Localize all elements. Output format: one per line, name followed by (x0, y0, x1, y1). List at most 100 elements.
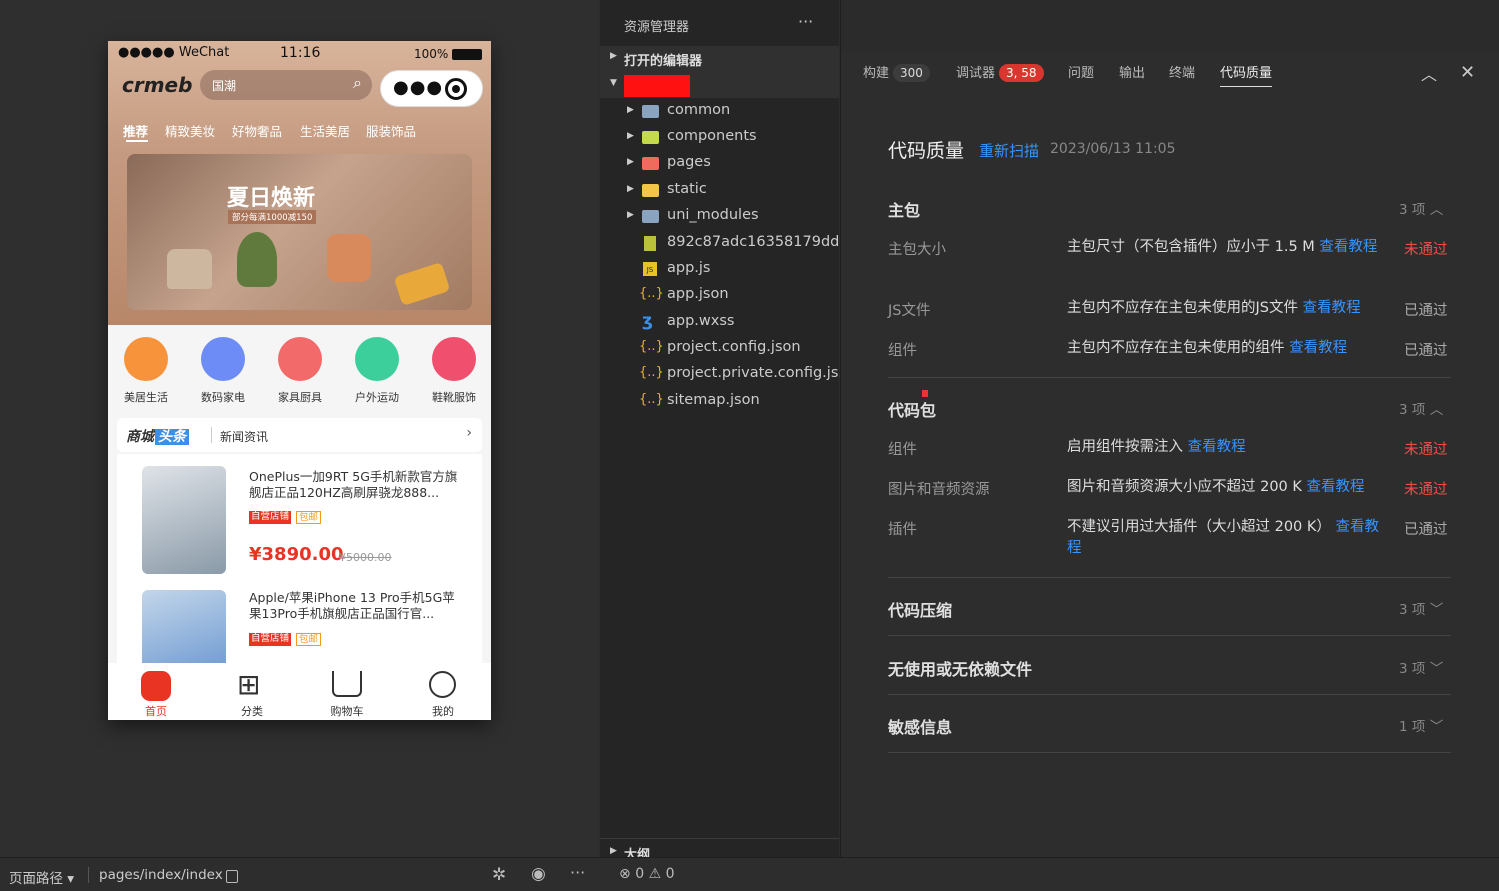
eye-icon[interactable]: ◉ (531, 864, 546, 884)
tutorial-link[interactable]: 查看教程 (1307, 479, 1365, 495)
tree-file-project-private-config[interactable]: {..} project.private.config.js... (600, 362, 852, 388)
tutorial-link[interactable]: 查看教程 (1188, 439, 1246, 455)
folder-components-icon (642, 131, 659, 144)
copy-icon[interactable] (226, 870, 238, 883)
row-key: 主包大小 (888, 242, 946, 258)
tab-build[interactable]: 构建 300 (863, 62, 930, 82)
folder-icon (642, 105, 659, 118)
open-editors-header[interactable]: ▶ 打开的编辑器 (600, 46, 839, 72)
tree-folder-components[interactable]: ▶ components (600, 125, 839, 151)
section-sensitive-info[interactable]: 敏感信息 (888, 714, 952, 738)
row-value: 图片和音频资源大小应不超过 200 K 查看教程 (1067, 479, 1365, 495)
more-dots-icon[interactable]: ●●● (393, 77, 443, 98)
mini-program-capsule[interactable]: ●●● (380, 70, 483, 107)
section-code-compression[interactable]: 代码压缩 (888, 597, 952, 621)
news-bar[interactable]: 商城 头条 新闻资讯 › (117, 418, 482, 452)
row-value: 主包尺寸（不包含插件）应小于 1.5 M 查看教程 (1067, 239, 1378, 255)
bag-image (327, 234, 371, 282)
chevron-up-icon: ︿ (1429, 202, 1444, 218)
explorer-title: 资源管理器 (624, 20, 690, 35)
simulator-area: ●●●●● WeChat 11:16 100% crmeb 国潮 ⌕ ●●● 推… (0, 0, 599, 857)
tree-file-app-json[interactable]: {..} app.json (600, 283, 839, 309)
status-passed: 已通过 (1404, 303, 1448, 319)
bag-image (167, 249, 212, 289)
section-unused-files[interactable]: 无使用或无依赖文件 (888, 656, 1032, 680)
tree-file-project-config[interactable]: {..} project.config.json (600, 336, 839, 362)
tree-file-app-js[interactable]: JS app.js (600, 257, 839, 283)
close-target-icon[interactable] (445, 78, 467, 100)
close-icon[interactable]: ✕ (1460, 62, 1475, 83)
tree-file-app-wxss[interactable]: ʒ app.wxss (600, 310, 839, 336)
news-brand: 商城 头条 (126, 426, 189, 446)
bug-icon[interactable]: ✲ (492, 865, 506, 885)
section-count[interactable]: 3 项 ︿ (1399, 398, 1443, 418)
cursor-marker (922, 390, 928, 397)
tutorial-link[interactable]: 查看教程 (1289, 340, 1347, 356)
category-tab-1[interactable]: 精致美妆 (165, 121, 215, 140)
tab-debugger[interactable]: 调试器 3, 58 (956, 62, 1044, 82)
quick-icon-meiju[interactable]: 美居生活 (124, 337, 168, 409)
chevron-up-icon[interactable]: ︿ (1421, 61, 1437, 85)
file-explorer: 资源管理器 ··· ▶ 打开的编辑器 ▼ ▶ common ▶ componen… (600, 0, 853, 863)
tree-file-sitemap[interactable]: {..} sitemap.json (600, 389, 839, 415)
promo-banner[interactable]: 夏日焕新 部分每满1000减150 (127, 154, 472, 310)
rescan-link[interactable]: 重新扫描 (979, 140, 1039, 161)
tab-home[interactable]: 首页 (108, 663, 204, 720)
category-tab-4[interactable]: 服装饰品 (366, 121, 416, 140)
tab-output[interactable]: 输出 (1119, 62, 1145, 81)
section-main-package[interactable]: 主包 (888, 197, 920, 221)
tab-category[interactable]: ⊞ 分类 (204, 663, 300, 720)
zip-icon (644, 236, 656, 251)
tab-label: 我的 (432, 705, 454, 718)
tree-file-zip[interactable]: 892c87adc16358179dd... (600, 231, 853, 257)
product-card-1[interactable]: Apple/苹果iPhone 13 Pro手机5G苹果13Pro手机旗舰店正品国… (117, 578, 482, 663)
chevron-down-icon: ﹀ (1429, 661, 1444, 677)
tab-cart[interactable]: 购物车 (299, 663, 395, 720)
tab-mine[interactable]: 我的 (395, 663, 491, 720)
row-key: 插件 (888, 522, 917, 538)
tutorial-link[interactable]: 查看教程 (1303, 300, 1361, 316)
divider (88, 867, 89, 883)
search-input[interactable]: 国潮 ⌕ (200, 70, 372, 100)
quick-icon-label: 户外运动 (355, 391, 399, 404)
section-divider (888, 577, 1451, 578)
category-tab-3[interactable]: 生活美居 (300, 121, 350, 140)
quick-icon-huwai[interactable]: 户外运动 (355, 337, 399, 409)
more-icon[interactable]: ··· (570, 863, 585, 882)
section-code-package[interactable]: 代码包 (888, 397, 936, 421)
grid-icon: ⊞ (237, 668, 261, 701)
more-actions-icon[interactable]: ··· (798, 12, 813, 31)
chevron-right-icon: ▶ (610, 846, 617, 856)
tree-folder-static[interactable]: ▶ static (600, 178, 839, 204)
quick-icon-label: 美居生活 (124, 391, 168, 404)
quick-icon-shuma[interactable]: 数码家电 (201, 337, 245, 409)
tab-code-quality[interactable]: 代码质量 (1220, 62, 1273, 87)
section-count[interactable]: 3 项 ﹀ (1399, 657, 1443, 677)
row-value: 不建议引用过大插件（大小超过 200 K） 查看教程 (1067, 519, 1380, 556)
category-tab-0[interactable]: 推荐 (123, 121, 148, 140)
problems-summary[interactable]: ⊗ 0 ⚠ 0 (619, 866, 675, 882)
product-price: ¥3890.00 (249, 544, 344, 565)
tree-folder-uni-modules[interactable]: ▶ uni_modules (600, 204, 839, 230)
folder-icon (642, 210, 659, 223)
status-passed: 已通过 (1404, 522, 1448, 538)
tree-folder-pages[interactable]: ▶ pages (600, 151, 839, 177)
quick-icon-jiaju[interactable]: 家具厨具 (278, 337, 322, 409)
product-card-0[interactable]: OnePlus一加9RT 5G手机新款官方旗舰店正品120HZ高刷屏骁龙888.… (117, 454, 482, 578)
page-path-dropdown[interactable]: 页面路径 ▾ (9, 867, 74, 887)
category-tab-2[interactable]: 好物奢品 (232, 121, 282, 140)
product-image (142, 590, 226, 663)
project-header[interactable]: ▼ (600, 72, 839, 98)
chevron-right-icon: › (466, 425, 472, 441)
tutorial-link[interactable]: 查看教程 (1319, 239, 1377, 255)
quick-icon-xiexue[interactable]: 鞋靴服饰 (432, 337, 476, 409)
section-count[interactable]: 1 项 ﹀ (1399, 715, 1443, 735)
tab-terminal[interactable]: 终端 (1169, 62, 1195, 81)
section-count[interactable]: 3 项 ︿ (1399, 198, 1443, 218)
tab-problems[interactable]: 问题 (1068, 62, 1094, 81)
status-passed: 已通过 (1404, 343, 1448, 359)
section-count[interactable]: 3 项 ﹀ (1399, 598, 1443, 618)
phone-screen[interactable]: ●●●●● WeChat 11:16 100% crmeb 国潮 ⌕ ●●● 推… (108, 41, 491, 720)
quick-icons-row: 美居生活 数码家电 家具厨具 户外运动 鞋靴服饰 (108, 337, 491, 409)
tree-folder-common[interactable]: ▶ common (600, 99, 839, 125)
